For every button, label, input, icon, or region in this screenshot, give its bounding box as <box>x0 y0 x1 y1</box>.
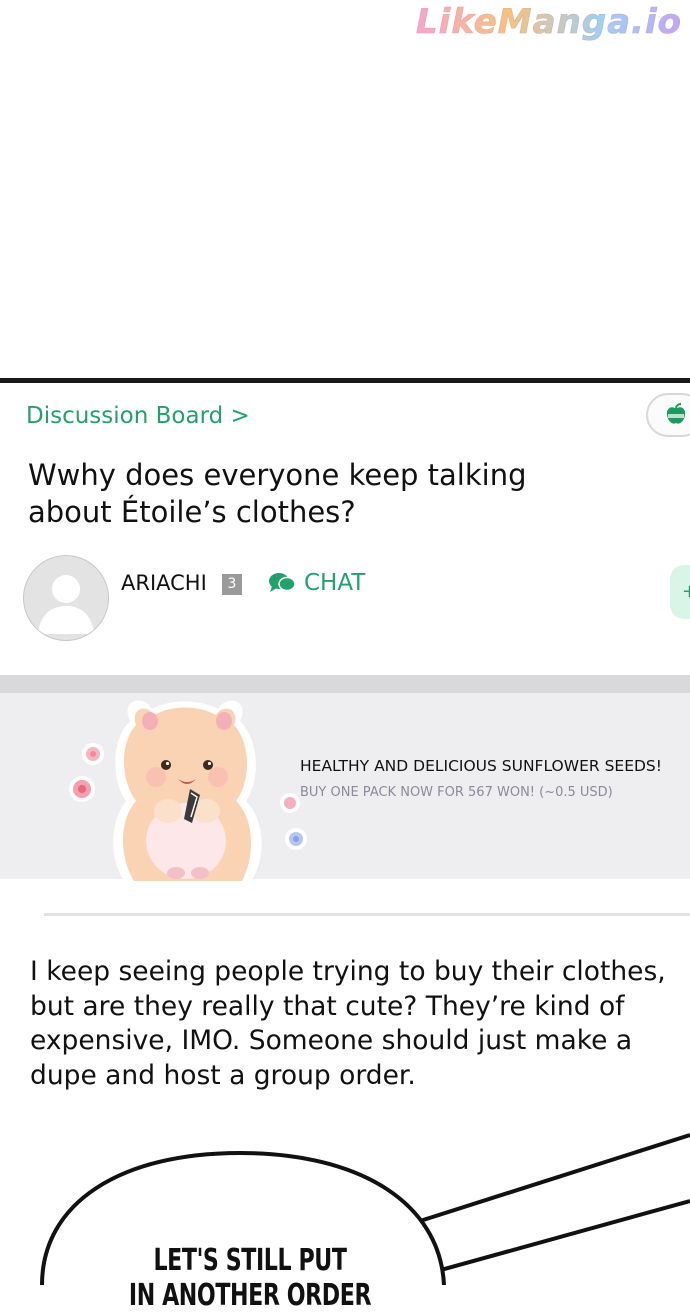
default-avatar-icon <box>38 575 94 634</box>
flower-icon <box>82 743 104 765</box>
flower-icon <box>69 776 95 802</box>
hamster-mascot-image <box>69 700 307 881</box>
ad-subtext: BUY ONE PACK NOW FOR 567 WON! (~0.5 USD) <box>300 785 613 800</box>
discussion-post-screen: Discussion Board > Wwhy does everyone ke… <box>0 378 690 1313</box>
site-watermark: LikeManga.io <box>416 2 682 43</box>
speech-line-1: LET'S STILL PUT <box>153 1243 347 1278</box>
side-tab-glyph: + <box>682 581 690 602</box>
speech-bubble-text: LET'S STILL PUT IN ANOTHER ORDER <box>127 1243 373 1313</box>
post-title: Wwhy does everyone keep talking about Ét… <box>28 458 527 529</box>
side-action-tab[interactable]: + <box>670 565 690 619</box>
content-divider <box>44 913 690 916</box>
post-body: I keep seeing people trying to buy their… <box>30 956 666 1091</box>
chat-bubbles-icon <box>269 573 296 592</box>
speech-line-2: IN ANOTHER ORDER <box>128 1278 372 1313</box>
author-username[interactable]: ARIACHI <box>121 571 207 595</box>
author-level-badge: 3 <box>222 574 242 595</box>
avatar[interactable] <box>23 555 109 641</box>
ad-headline: HEALTHY AND DELICIOUS SUNFLOWER SEEDS! <box>300 757 662 775</box>
ad-banner[interactable]: HEALTHY AND DELICIOUS SUNFLOWER SEEDS! B… <box>0 675 690 881</box>
points-badge[interactable] <box>646 393 690 437</box>
apple-icon <box>666 403 686 424</box>
breadcrumb[interactable]: Discussion Board > <box>26 403 250 429</box>
flower-icon <box>280 793 300 813</box>
chat-button[interactable]: CHAT <box>268 570 365 596</box>
flower-icon <box>285 828 307 850</box>
speech-bubble-panel: LET'S STILL PUT IN ANOTHER ORDER <box>0 1123 690 1313</box>
chat-label: CHAT <box>304 570 366 596</box>
